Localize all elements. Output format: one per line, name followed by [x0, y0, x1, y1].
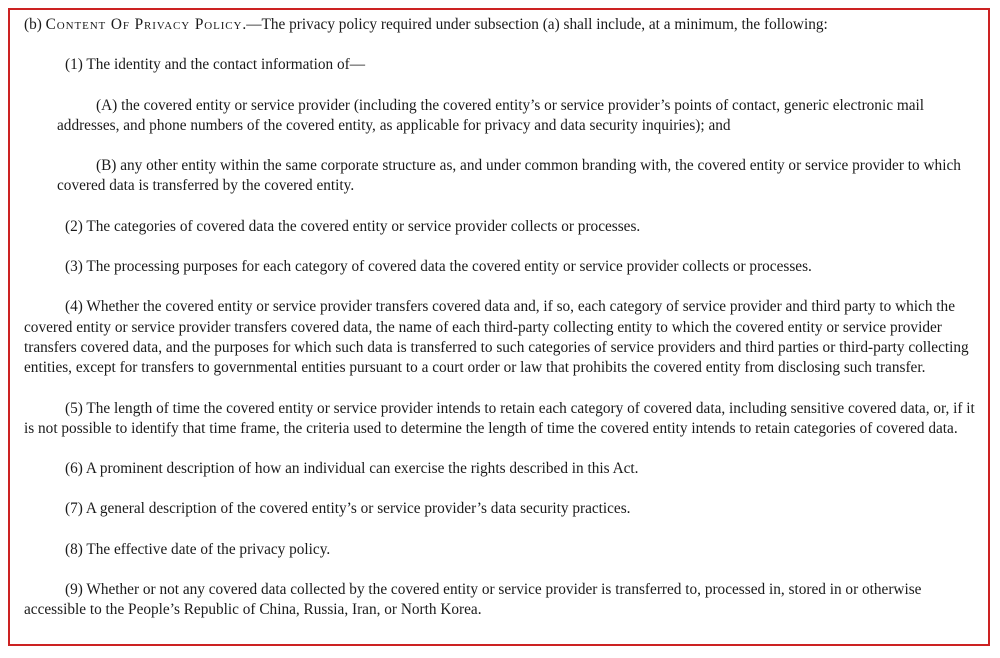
item-text-3: The processing purposes for each categor… — [86, 258, 812, 276]
item-text-2: The categories of covered data the cover… — [86, 217, 641, 235]
item-marker-8: (8) — [65, 540, 83, 558]
item-marker-1: (1) — [65, 56, 83, 74]
item-text-5: The length of time the covered entity or… — [24, 399, 975, 437]
subsection-heading-paragraph: (b) Content Of Privacy Policy.—The priva… — [24, 15, 976, 55]
list-item-4: (4) Whether the covered entity or servic… — [24, 297, 976, 398]
item-text-9: Whether or not any covered data collecte… — [24, 581, 922, 619]
item-text-7: A general description of the covered ent… — [85, 500, 631, 518]
list-item-9: (9) Whether or not any covered data coll… — [24, 580, 976, 621]
item-text-1: The identity and the contact information… — [86, 56, 366, 74]
list-item-5: (5) The length of time the covered entit… — [24, 399, 976, 460]
list-item-7: (7) A general description of the covered… — [24, 499, 976, 539]
item-marker-9: (9) — [65, 581, 83, 599]
list-item-3: (3) The processing purposes for each cat… — [24, 257, 976, 297]
item-text-4: Whether the covered entity or service pr… — [24, 298, 969, 377]
item-text-8: The effective date of the privacy policy… — [86, 540, 331, 558]
list-item-a: (A) the covered entity or service provid… — [57, 96, 976, 157]
item-marker-3: (3) — [65, 258, 83, 276]
list-item-b: (B) any other entity within the same cor… — [57, 156, 976, 217]
item-marker-a: (A) — [96, 96, 118, 114]
item-marker-5: (5) — [65, 399, 83, 417]
list-item-2: (2) The categories of covered data the c… — [24, 217, 976, 257]
item-marker-6: (6) — [65, 460, 83, 478]
item-marker-4: (4) — [65, 298, 83, 316]
item-text-b: any other entity within the same corpora… — [57, 157, 961, 195]
list-item-6: (6) A prominent description of how an in… — [24, 459, 976, 499]
item-marker-7: (7) — [65, 500, 83, 518]
document-text-body: (b) Content Of Privacy Policy.—The priva… — [24, 15, 976, 621]
item-text-6: A prominent description of how an indivi… — [85, 460, 639, 478]
item-text-a: the covered entity or service provider (… — [57, 96, 925, 134]
subsection-marker: (b) — [24, 16, 42, 33]
list-item-8: (8) The effective date of the privacy po… — [24, 540, 976, 580]
document-red-border-frame: (b) Content Of Privacy Policy.—The priva… — [8, 8, 990, 646]
item-marker-b: (B) — [96, 157, 117, 175]
item-marker-2: (2) — [65, 217, 83, 235]
list-item-1: (1) The identity and the contact informa… — [24, 55, 976, 95]
subsection-heading-smallcaps: Content Of Privacy Policy — [45, 16, 243, 33]
subsection-heading-tail: .—The privacy policy required under subs… — [242, 16, 828, 33]
